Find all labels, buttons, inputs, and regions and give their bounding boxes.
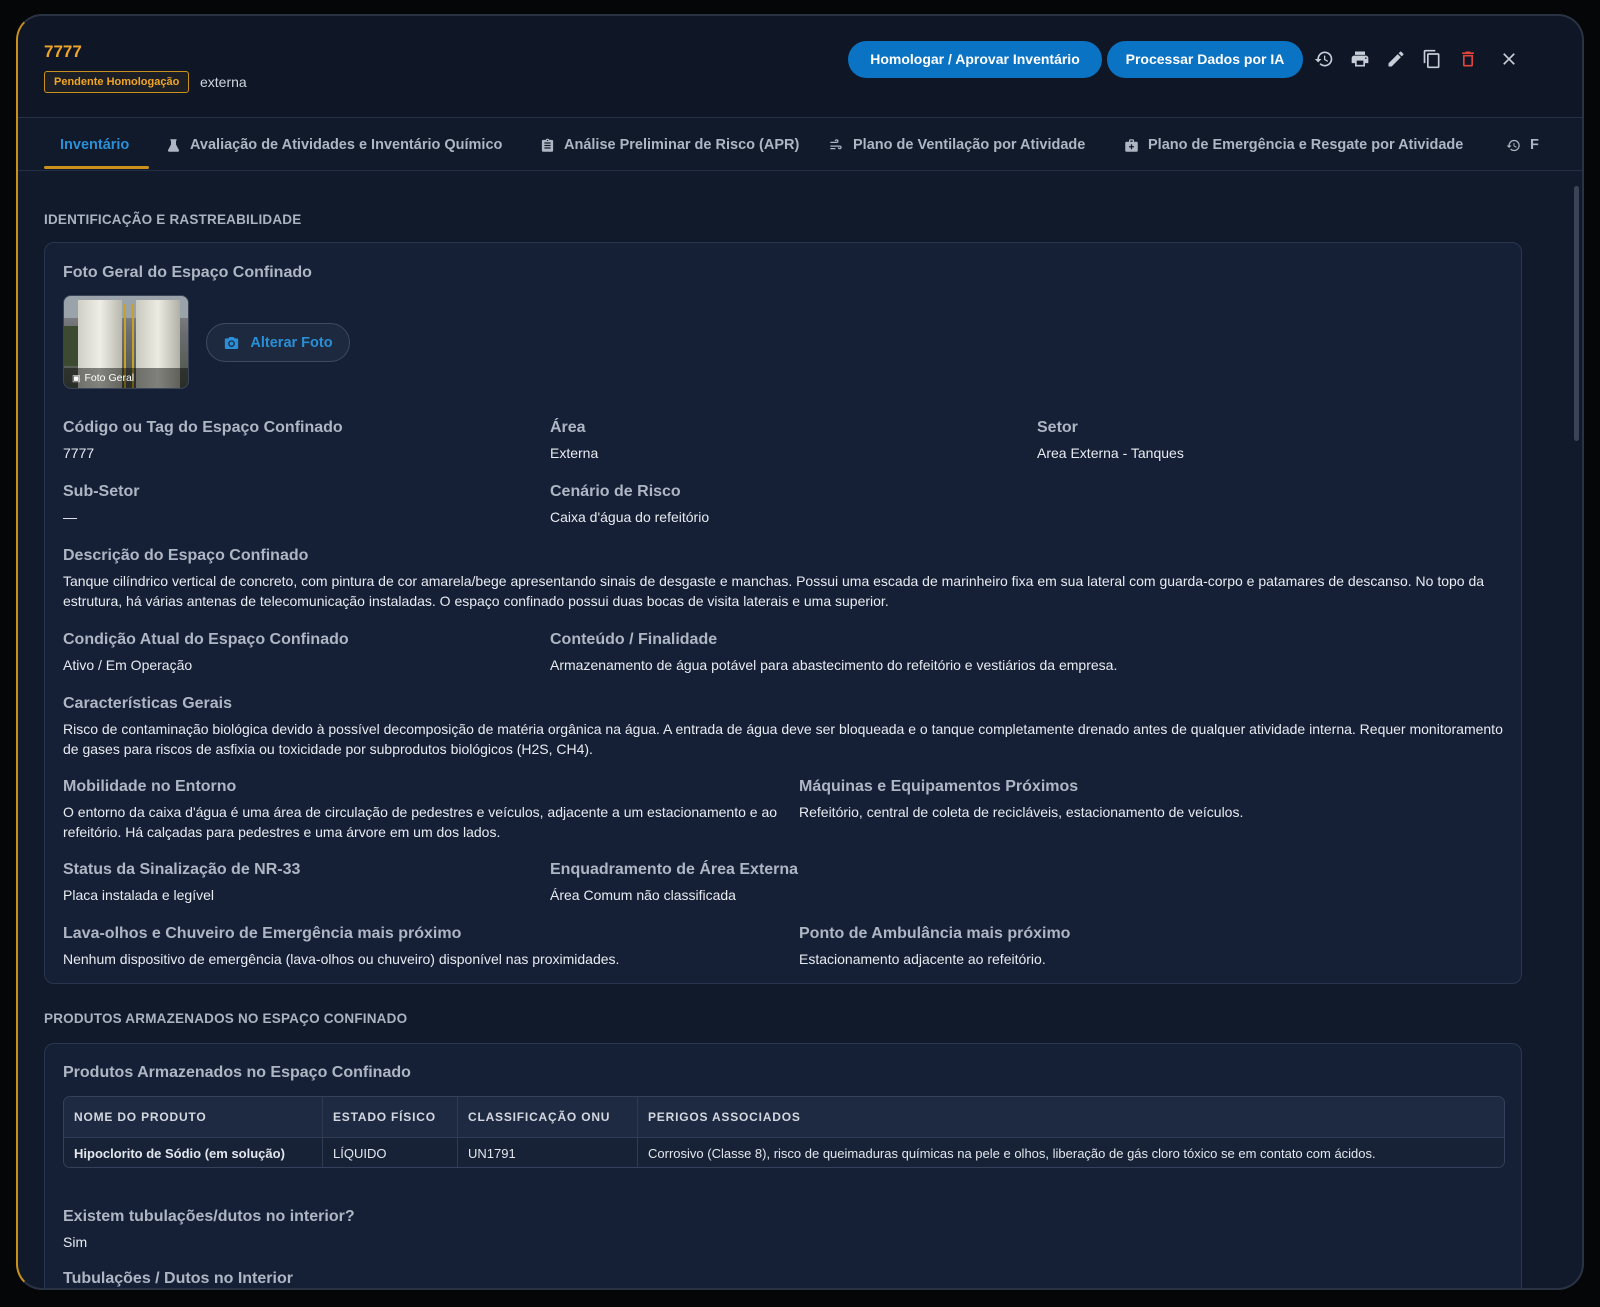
- column-header: PERIGOS ASSOCIADOS: [637, 1097, 1504, 1137]
- tab-ventilacao[interactable]: Plano de Ventilação por Atividade: [828, 119, 1086, 170]
- table-row[interactable]: Hipoclorito de Sódio (em solução) LÍQUID…: [64, 1137, 1504, 1167]
- copy-icon[interactable]: [1421, 48, 1443, 70]
- homologate-button[interactable]: Homologar / Aprovar Inventário: [848, 41, 1102, 78]
- tab-bar: Inventário Avaliação de Atividades e Inv…: [18, 119, 1582, 171]
- field-description: Descrição do Espaço Confinado Tanque cil…: [63, 547, 1485, 609]
- inventory-modal: 7777 Pendente Homologação externa Homolo…: [16, 14, 1584, 1290]
- field-condition: Condição Atual do Espaço Confinado Ativo…: [63, 631, 349, 673]
- field-content: Conteúdo / Finalidade Armazenamento de á…: [550, 631, 1118, 673]
- field-code: Código ou Tag do Espaço Confinado 7777: [63, 419, 343, 461]
- edit-icon[interactable]: [1385, 48, 1407, 70]
- scrollbar[interactable]: [1574, 186, 1579, 441]
- product-name-cell: Hipoclorito de Sódio (em solução): [74, 1146, 285, 1161]
- wind-icon: [830, 138, 842, 149]
- field-external-area: Enquadramento de Área Externa Área Comum…: [550, 861, 799, 903]
- tab-label: Inventário: [60, 137, 130, 153]
- field-mobility: Mobilidade no Entorno O entorno da caixa…: [63, 778, 778, 840]
- tab-label: F: [1530, 137, 1539, 153]
- field-subsector: Sub-Setor —: [63, 483, 140, 525]
- section-title-products: PRODUTOS ARMAZENADOS NO ESPAÇO CONFINADO: [44, 1011, 408, 1026]
- identification-card: Foto Geral do Espaço Confinado ▣ Foto Ge…: [44, 242, 1522, 984]
- tab-emergencia[interactable]: Plano de Emergência e Resgate por Ativid…: [1124, 119, 1464, 170]
- field-signage: Status da Sinalização de NR-33 Placa ins…: [63, 861, 301, 903]
- physical-state-cell: LÍQUIDO: [322, 1138, 457, 1167]
- field-area: Área Externa: [550, 419, 599, 461]
- field-ambulance: Ponto de Ambulância mais próximo Estacio…: [799, 925, 1071, 967]
- tab-label: Avaliação de Atividades e Inventário Quí…: [190, 137, 503, 153]
- field-risk-scenario: Cenário de Risco Caixa d'água do refeitó…: [550, 483, 710, 525]
- inventory-code-title: 7777: [44, 42, 82, 61]
- clipboard-icon: [541, 138, 554, 152]
- column-header: ESTADO FÍSICO: [322, 1097, 457, 1137]
- field-machines: Máquinas e Equipamentos Próximos Refeitó…: [799, 778, 1244, 820]
- tab-content: IDENTIFICAÇÃO E RASTREABILIDADE Foto Ger…: [18, 172, 1582, 1288]
- flask-icon: [167, 138, 180, 152]
- medkit-icon: [1125, 138, 1138, 152]
- photo-caption: ▣ Foto Geral: [64, 368, 188, 388]
- field-eyewash: Lava-olhos e Chuveiro de Emergência mais…: [63, 925, 620, 967]
- column-header: CLASSIFICAÇÃO ONU: [457, 1097, 637, 1137]
- products-card: Produtos Armazenados no Espaço Confinado…: [44, 1043, 1522, 1288]
- section-title-identification: IDENTIFICAÇÃO E RASTREABILIDADE: [44, 212, 302, 227]
- products-heading: Produtos Armazenados no Espaço Confinado: [63, 1064, 411, 1081]
- area-text: externa: [200, 74, 247, 90]
- tab-label: Plano de Emergência e Resgate por Ativid…: [1148, 137, 1464, 153]
- modal-header: 7777 Pendente Homologação externa Homolo…: [18, 16, 1582, 118]
- history-icon: [1506, 139, 1520, 151]
- field-sector: Setor Area Externa - Tanques: [1037, 419, 1184, 461]
- tab-avaliacao-atividades[interactable]: Avaliação de Atividades e Inventário Quí…: [166, 119, 503, 170]
- tab-label: Plano de Ventilação por Atividade: [853, 137, 1086, 153]
- active-tab-indicator: [44, 166, 149, 169]
- delete-icon[interactable]: [1457, 48, 1479, 70]
- change-photo-button[interactable]: Alterar Foto: [206, 323, 350, 362]
- camera-icon: [225, 336, 239, 349]
- field-pipes: Existem tubulações/dutos no interior? Si…: [63, 1208, 355, 1250]
- table-header: NOME DO PRODUTO ESTADO FÍSICO CLASSIFICA…: [64, 1097, 1504, 1137]
- process-ai-button[interactable]: Processar Dados por IA: [1107, 41, 1303, 78]
- close-icon[interactable]: [1498, 48, 1520, 70]
- field-pipes-list: Tubulações / Dutos no Interior: [63, 1270, 293, 1287]
- image-icon: ▣: [72, 372, 81, 383]
- field-features: Características Gerais Risco de contamin…: [63, 695, 1503, 757]
- tab-inventario[interactable]: Inventário: [60, 119, 130, 170]
- history-icon[interactable]: [1313, 48, 1335, 70]
- un-classification-cell: UN1791: [457, 1138, 637, 1167]
- confined-space-photo[interactable]: ▣ Foto Geral: [63, 295, 189, 389]
- products-table: NOME DO PRODUTO ESTADO FÍSICO CLASSIFICA…: [63, 1096, 1505, 1168]
- tab-more[interactable]: F: [1506, 119, 1539, 170]
- status-badge: Pendente Homologação: [44, 71, 190, 93]
- hazards-cell: Corrosivo (Classe 8), risco de queimadur…: [637, 1138, 1504, 1167]
- tab-apr[interactable]: Análise Preliminar de Risco (APR): [540, 119, 800, 170]
- tab-label: Análise Preliminar de Risco (APR): [564, 137, 800, 153]
- column-header: NOME DO PRODUTO: [74, 1110, 207, 1124]
- print-icon[interactable]: [1349, 48, 1371, 70]
- photo-heading: Foto Geral do Espaço Confinado: [63, 264, 312, 281]
